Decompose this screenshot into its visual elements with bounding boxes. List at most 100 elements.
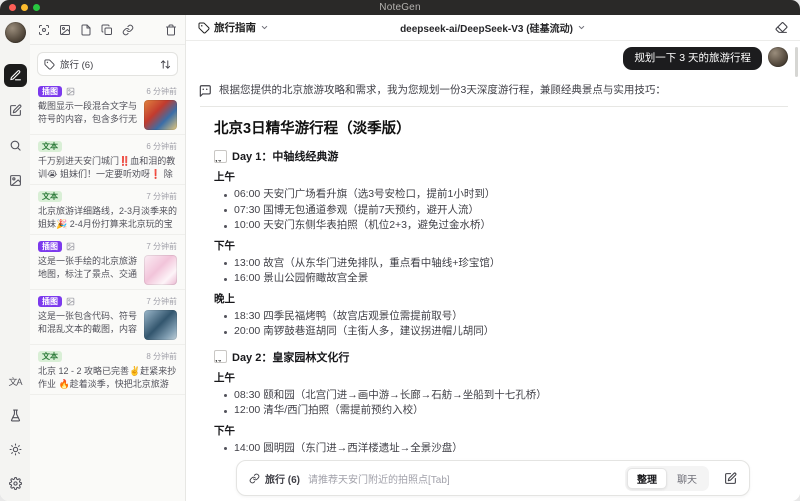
chat-footer: 旅行 (6) 请推荐天安门附近的拍照点[Tab] 整理 聊天 xyxy=(186,455,800,501)
note-card-list: 插图6 分钟前截图显示一段混合文字与符号的内容，包含多行无序排列的字母、数字和符… xyxy=(30,80,185,395)
card-preview-text: 北京旅游详细路线，2-3月淡季来的姐妹🎉 2-4月份打算来北京玩的宝子 不用再翻… xyxy=(38,206,177,229)
scrollbar-thumb[interactable] xyxy=(795,47,798,77)
calendar-icon: 17 xyxy=(214,149,227,163)
search-icon xyxy=(9,139,22,152)
screenshot-capture-button[interactable] xyxy=(38,24,50,36)
note-card[interactable]: 文本 8 分钟前 北京 12 - 2 攻略已完善✌️赶紧来抄作业 🔥趁着淡季，快把北… xyxy=(30,345,185,395)
itinerary-list: 14:00 圆明园（东门进→西洋楼遗址→全景沙盘）17:00 雍和宫（关门前1小… xyxy=(214,441,786,456)
sort-icon[interactable] xyxy=(160,59,171,70)
chevron-down-icon xyxy=(260,23,269,32)
note-card[interactable]: 文本 7 分钟前 北京旅游详细路线，2-3月淡季来的姐妹🎉 2-4月份打算来北京玩的… xyxy=(30,185,185,235)
image-attachment-icon xyxy=(66,297,75,306)
square-pen-icon xyxy=(9,104,22,117)
main-header: 旅行指南 deepseek-ai/DeepSeek-V3 (硅基流动) xyxy=(186,15,800,41)
chat-input-bar[interactable]: 旅行 (6) 请推荐天安门附近的拍照点[Tab] 整理 聊天 xyxy=(236,460,750,496)
link-capture-button[interactable] xyxy=(122,24,134,36)
experiment-button[interactable] xyxy=(4,404,27,427)
itinerary-item: 07:30 国博无包通道参观（提前7天预约，避开人流） xyxy=(224,203,786,219)
write-mode-button[interactable] xyxy=(4,99,27,122)
article-title: 北京3日精华游行程（淡季版） xyxy=(214,121,411,137)
file-capture-button[interactable] xyxy=(80,24,92,36)
app-title: NoteGen xyxy=(379,2,421,13)
square-pen-icon xyxy=(724,472,737,485)
assistant-message-row: 根据您提供的北京旅游攻略和需求，我为您规划一份3天深度游行程，兼顾经典景点与实用… xyxy=(198,83,788,98)
itinerary-item: 16:00 景山公园俯瞰故宫全景 xyxy=(224,271,786,287)
card-timestamp: 6 分钟前 xyxy=(146,141,177,151)
time-of-day-label: 上午 xyxy=(214,171,235,183)
new-chat-button[interactable] xyxy=(717,465,743,491)
model-selector[interactable]: deepseek-ai/DeepSeek-V3 (硅基流动) xyxy=(400,20,573,35)
itinerary-item: 14:00 圆明园（东门进→西洋楼遗址→全景沙盘） xyxy=(224,441,786,456)
chat-input[interactable]: 请推荐天安门附近的拍照点[Tab] xyxy=(308,471,617,486)
card-timestamp: 6 分钟前 xyxy=(146,86,177,96)
card-preview-text: 这是一张包含代码、符号和混乱文本的截图，内容难以解读，似乎涉及技术... xyxy=(38,311,138,334)
note-tag-label: 旅行指南 xyxy=(214,22,256,34)
capture-toolbar xyxy=(30,15,185,45)
itinerary-item: 12:00 清华/西门拍照（需提前预约入校） xyxy=(224,403,786,419)
search-button[interactable] xyxy=(4,134,27,157)
card-preview-text: 这是一张手绘的北京旅游地图，标注了景点、交通方式和门票价格，如天安... xyxy=(38,256,138,279)
gallery-button[interactable] xyxy=(4,169,27,192)
images-icon xyxy=(9,174,22,187)
trash-button[interactable] xyxy=(165,24,177,36)
time-of-day-label: 上午 xyxy=(214,371,235,384)
note-thumbnail xyxy=(144,310,177,340)
day-heading-text: Day 2：皇家园林文化行 xyxy=(232,351,350,364)
organize-mode-button[interactable]: 整理 xyxy=(627,467,667,489)
theme-toggle-button[interactable] xyxy=(4,438,27,461)
note-card[interactable]: 文本 6 分钟前千万别进天安门城门‼️血和泪的教训😭 姐妹们！一定要听劝呀❗ 除非… xyxy=(30,135,185,185)
chat-mode-button[interactable]: 聊天 xyxy=(667,468,707,489)
gear-icon xyxy=(8,477,22,490)
card-preview-text: 北京 12 - 2 攻略已完善✌️赶紧来抄作业 🔥趁着淡季，快把北京旅游攻略重新… xyxy=(38,366,177,389)
tag-icon xyxy=(44,58,55,70)
itinerary-article: 北京3日精华游行程（淡季版） 17 Day 1：中轴线经典游 上午 06:00 天安门… xyxy=(198,107,788,455)
calendar-icon: 17 xyxy=(214,350,227,363)
languages-icon: 文A xyxy=(8,377,22,387)
card-timestamp: 7 分钟前 xyxy=(146,191,177,201)
notegen-window: NoteGen 文A 旅行 (6) 插图 6 分钟前 截图显示一段混合文字与符号… xyxy=(0,0,800,501)
titlebar: NoteGen xyxy=(0,0,800,15)
note-card[interactable]: 插图 7 分钟前这是一张包含代码、符号和混乱文本的截图，内容难以解读，似乎涉及技术… xyxy=(30,290,185,345)
user-message-row: 规划一下 3 天的旅游行程 xyxy=(198,41,788,70)
time-of-day-label: 下午 xyxy=(214,424,235,437)
language-button[interactable]: 文A xyxy=(4,370,27,393)
image-attachment-icon xyxy=(66,87,75,96)
itinerary-list: 06:00 天安门广场看升旗（选3号安检口，提前1小时到） 07:30 国博无包通… xyxy=(214,187,786,234)
input-context-tag[interactable]: 旅行 (6) xyxy=(249,471,300,486)
day-heading: 17 Day 1：中轴线经典游 xyxy=(214,148,786,164)
chevron-down-icon xyxy=(577,23,586,32)
clear-chat-button[interactable] xyxy=(775,21,788,34)
tag-filter-select[interactable]: 旅行 (6) xyxy=(37,52,178,76)
record-mode-button[interactable] xyxy=(3,64,27,87)
notes-panel: 旅行 (6) 插图6 分钟前截图显示一段混合文字与符号的内容，包含多行无序排列的… xyxy=(30,15,186,501)
time-of-day-label: 晚上 xyxy=(214,292,235,305)
image-capture-button[interactable] xyxy=(59,24,71,36)
chat-scroll-area[interactable]: 规划一下 3 天的旅游行程 根据您提供的北京旅游攻略和需求，我为您规划一份3天深… xyxy=(186,41,800,455)
card-preview-text: 千万别进天安门城门‼️血和泪的教训😭 姐妹们！一定要听劝呀❗ 除非是预约了参观天… xyxy=(38,156,176,179)
user-message-bubble: 规划一下 3 天的旅游行程 xyxy=(623,47,762,70)
input-tag-label: 旅行 (6) xyxy=(265,474,300,486)
pen-icon xyxy=(9,69,22,82)
note-card[interactable]: 插图 7 分钟前这是一张手绘的北京旅游地图，标注了景点、交通方式和门票价格，如天安… xyxy=(30,235,185,290)
itinerary-item: 13:00 故宫（从东华门进免排队，重点看中轴线+珍宝馆） xyxy=(224,256,786,272)
eraser-icon xyxy=(775,21,788,34)
itinerary-item: 20:00 南锣鼓巷逛胡同（主街人多，建议拐进帽儿胡同） xyxy=(224,324,786,340)
main-area: 旅行指南 deepseek-ai/DeepSeek-V3 (硅基流动) 规划一下… xyxy=(186,15,800,501)
card-preview-text: 截图显示一段混合文字与符号的内容，包含多行无序排列的字母、数字和符... xyxy=(38,101,138,124)
note-tag-selector[interactable]: 旅行指南 xyxy=(198,20,269,35)
card-type-badge: 插图 xyxy=(38,85,62,97)
itinerary-item: 10:00 天安门东侧华表拍照（机位2+3，避免过金水桥） xyxy=(224,218,786,234)
note-thumbnail xyxy=(144,100,177,130)
itinerary-item: 06:00 天安门广场看升旗（选3号安检口，提前1小时到） xyxy=(224,187,786,203)
assistant-intro-text: 根据您提供的北京旅游攻略和需求，我为您规划一份3天深度游行程，兼顾经典景点与实用… xyxy=(219,84,666,96)
card-type-badge: 文本 xyxy=(38,140,62,152)
card-type-badge: 插图 xyxy=(38,240,62,252)
settings-button[interactable] xyxy=(4,472,27,495)
card-timestamp: 8 分钟前 xyxy=(146,351,177,361)
note-card[interactable]: 插图 6 分钟前截图显示一段混合文字与符号的内容，包含多行无序排列的字母、数字和符… xyxy=(30,80,185,135)
day-heading: 17 Day 2：皇家园林文化行 xyxy=(214,349,786,365)
sun-icon xyxy=(9,443,22,456)
clipboard-capture-button[interactable] xyxy=(101,24,113,36)
left-rail: 文A xyxy=(0,15,31,501)
user-avatar[interactable] xyxy=(4,22,26,43)
